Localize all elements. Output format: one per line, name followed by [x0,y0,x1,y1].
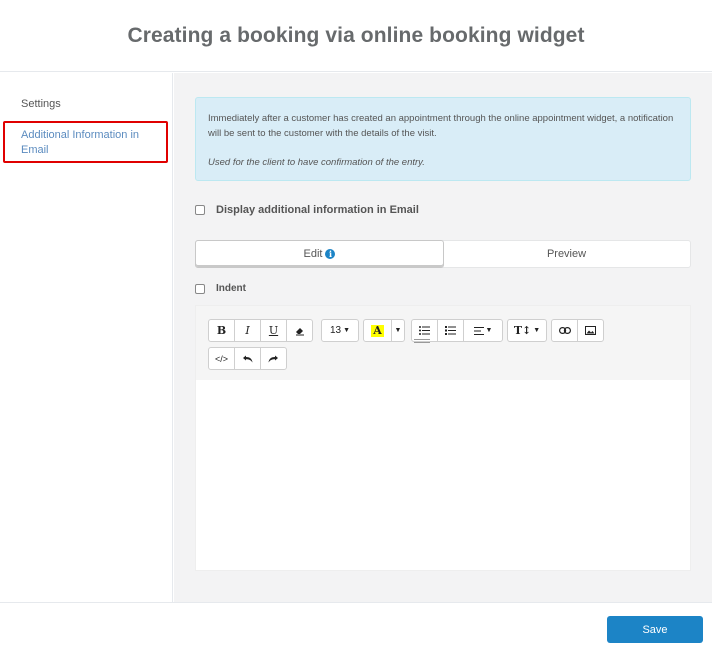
info-icon[interactable]: i [325,249,336,259]
chevron-down-icon: ▼ [394,327,402,334]
tab-edit-label: Edit [303,248,323,260]
font-size-dropdown[interactable]: 13 ▼ [321,319,359,342]
display-additional-info-checkbox[interactable] [195,205,205,215]
save-button[interactable]: Save [607,616,703,643]
modal-footer: Save [0,602,712,650]
image-button[interactable] [577,319,604,342]
indent-label[interactable]: Indent [216,283,246,294]
modal-header: Creating a booking via online booking wi… [0,0,712,72]
info-alert: Immediately after a customer has created… [195,97,691,181]
tab-preview-label: Preview [546,248,587,260]
text-height-icon: T↕ [513,324,532,337]
redo-button[interactable] [260,347,287,370]
tab-edit[interactable]: Edit i [195,240,444,268]
undo-button[interactable] [234,347,261,370]
ordered-list-icon [445,326,456,335]
italic-icon: I [245,324,250,337]
editor-toolbar: B I U 13 ▼ A ▼ ▼ T↕ ▼ </> [196,306,690,380]
info-note: Used for the client to have confirmation… [208,157,425,168]
text-height-group: T↕ ▼ [507,319,547,342]
eraser-icon [295,327,304,335]
link-button[interactable] [551,319,578,342]
editor-tabs: Edit i Preview [195,240,691,268]
sidebar-item-additional-information[interactable]: Additional Information in Email [3,121,168,163]
indent-row: Indent [195,283,246,294]
clear-format-button[interactable] [286,319,313,342]
unordered-list-icon [419,326,430,335]
sidebar: Settings Additional Information in Email [0,73,173,602]
rich-text-editor: B I U 13 ▼ A ▼ ▼ T↕ ▼ </> [195,305,691,571]
info-text: Immediately after a customer has created… [208,113,674,139]
highlight-button[interactable]: A [363,319,392,342]
highlight-icon: A [371,323,384,337]
redo-icon [268,355,278,362]
link-icon [558,327,571,334]
insert-group [551,319,604,342]
display-additional-info-row: Display additional information in Email [195,204,419,216]
font-size-group: 13 ▼ [321,319,359,342]
italic-button[interactable]: I [234,319,261,342]
display-additional-info-label[interactable]: Display additional information in Email [216,204,419,216]
align-left-icon [473,326,484,335]
align-dropdown[interactable]: ▼ [463,319,503,342]
bold-button[interactable]: B [208,319,235,342]
ordered-list-button[interactable] [437,319,464,342]
misc-group: </> [208,347,287,370]
text-height-dropdown[interactable]: T↕ ▼ [507,319,547,342]
page: Creating a booking via online booking wi… [0,0,712,650]
sidebar-item-settings[interactable]: Settings [21,97,61,112]
page-title: Creating a booking via online booking wi… [127,23,585,47]
indent-checkbox[interactable] [195,283,205,294]
undo-icon [243,355,253,362]
main-panel: Immediately after a customer has created… [174,73,712,602]
highlight-group: A ▼ [363,319,405,342]
underline-icon: U [268,324,279,337]
image-icon [585,326,596,335]
editor-content-area[interactable] [196,380,690,570]
resize-handle[interactable] [414,339,430,343]
code-view-button[interactable]: </> [208,347,235,370]
highlight-dropdown[interactable]: ▼ [391,319,405,342]
font-style-group: B I U [208,319,313,342]
code-icon: </> [214,353,228,364]
font-size-value: 13 [329,325,342,336]
underline-button[interactable]: U [260,319,287,342]
tab-preview[interactable]: Preview [443,241,690,267]
bold-icon: B [216,324,227,337]
